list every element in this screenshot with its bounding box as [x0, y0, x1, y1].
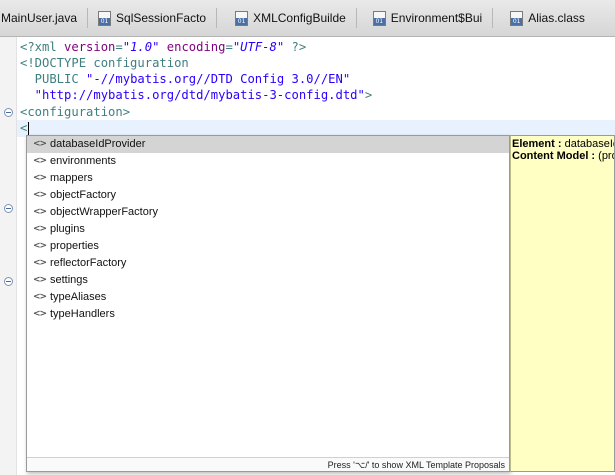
- xml-element-icon: <>: [33, 156, 47, 166]
- fold-toggle-icon[interactable]: [4, 277, 13, 286]
- proposal-label: settings: [50, 274, 88, 286]
- code-line-3: PUBLIC "-//mybatis.org//DTD Config 3.0//…: [20, 71, 351, 88]
- code-line-1: <?xml version="1.0" encoding="UTF-8" ?>: [20, 39, 306, 56]
- class-file-icon: [510, 10, 524, 26]
- class-file-icon: [235, 10, 249, 26]
- proposal-label: reflectorFactory: [50, 257, 127, 269]
- xml-attribute-value: "UTF-8": [232, 40, 285, 54]
- info-content-row: Content Model : (property*): [512, 150, 614, 162]
- proposal-label: properties: [50, 240, 99, 252]
- proposal-item[interactable]: <> mappers: [27, 170, 509, 187]
- proposal-label: plugins: [50, 223, 85, 235]
- proposal-label: objectFactory: [50, 189, 117, 201]
- doctype-keyword: PUBLIC: [20, 72, 87, 86]
- xml-element-icon: <>: [33, 275, 47, 285]
- proposal-label: environments: [50, 155, 117, 167]
- xml-attribute-value: "1.0": [122, 40, 160, 54]
- proposal-item[interactable]: <> plugins: [27, 221, 509, 238]
- doctype-close: >: [364, 88, 373, 102]
- proposal-item[interactable]: <> databaseIdProvider: [27, 136, 509, 153]
- info-element-row: Element : databaseIdProvider: [512, 138, 614, 150]
- tab-label: XMLConfigBuilde: [253, 11, 346, 25]
- xml-element-icon: <>: [33, 207, 47, 217]
- info-content-label: Content Model :: [512, 150, 599, 162]
- proposal-item[interactable]: <> properties: [27, 238, 509, 255]
- fold-toggle-icon[interactable]: [4, 204, 13, 213]
- xml-attribute: version: [64, 40, 116, 54]
- tab-sqlsessionfactory[interactable]: SqlSessionFacto: [88, 0, 218, 36]
- element-info-popup: Element : databaseIdProvider Content Mod…: [510, 135, 615, 472]
- proposal-label: databaseIdProvider: [50, 138, 146, 150]
- xml-element-icon: <>: [33, 139, 47, 149]
- proposal-label: typeAliases: [50, 291, 107, 303]
- xml-element-icon: <>: [33, 309, 47, 319]
- code-line-2: <!DOCTYPE configuration: [20, 56, 189, 70]
- xml-editor[interactable]: <?xml version="1.0" encoding="UTF-8" ?> …: [0, 37, 615, 475]
- info-content-value: (property*): [598, 150, 614, 162]
- proposal-item[interactable]: <> objectWrapperFactory: [27, 204, 509, 221]
- xml-pi-open: <?xml: [20, 40, 65, 54]
- code-line-4: "http://mybatis.org/dtd/mybatis-3-config…: [20, 87, 373, 104]
- tab-alias-class[interactable]: Alias.class: [493, 0, 585, 36]
- info-element-label: Element :: [512, 138, 565, 150]
- tab-label: Environment$Bui: [390, 11, 483, 25]
- doctype-system-id: "http://mybatis.org/dtd/mybatis-3-config…: [20, 88, 365, 102]
- tab-xmlconfigbuilder[interactable]: XMLConfigBuilde: [217, 0, 357, 36]
- doctype-public-id: "-//mybatis.org//DTD Config 3.0//EN": [86, 72, 351, 86]
- xml-element-icon: <>: [33, 190, 47, 200]
- content-assist-popup[interactable]: <> databaseIdProvider <> environments <> ma…: [26, 135, 510, 472]
- xml-equals: =: [115, 40, 123, 54]
- tab-mainuser[interactable]: MainUser.java: [0, 0, 89, 36]
- xml-element-icon: <>: [33, 292, 47, 302]
- proposal-item[interactable]: <> settings: [27, 272, 509, 289]
- tab-label: MainUser.java: [1, 11, 78, 25]
- xml-element-icon: <>: [33, 258, 47, 268]
- text-caret: [28, 122, 29, 136]
- code-line-5: <configuration>: [20, 105, 131, 119]
- editor-ruler: [0, 37, 17, 475]
- proposal-list: <> databaseIdProvider <> environments <> ma…: [27, 136, 509, 323]
- class-file-icon: [98, 10, 112, 26]
- proposal-item[interactable]: <> environments: [27, 153, 509, 170]
- proposal-item[interactable]: <> reflectorFactory: [27, 255, 509, 272]
- xml-element-icon: <>: [33, 224, 47, 234]
- tab-label: SqlSessionFacto: [116, 11, 207, 25]
- xml-pi-close: ?>: [284, 40, 307, 54]
- proposal-label: objectWrapperFactory: [50, 206, 159, 218]
- proposal-item[interactable]: <> objectFactory: [27, 187, 509, 204]
- xml-element-icon: <>: [33, 241, 47, 251]
- proposal-item[interactable]: <> typeHandlers: [27, 306, 509, 323]
- proposal-label: mappers: [50, 172, 93, 184]
- proposal-label: typeHandlers: [50, 308, 115, 320]
- tab-label: Alias.class: [528, 11, 585, 25]
- xml-element-icon: <>: [33, 173, 47, 183]
- xml-equals: =: [225, 40, 233, 54]
- tab-environment-builder[interactable]: Environment$Bui: [357, 0, 494, 36]
- fold-toggle-icon[interactable]: [4, 108, 13, 117]
- editor-tab-bar: MainUser.java SqlSessionFacto XMLConfigB…: [0, 0, 615, 37]
- assist-status-bar: Press '⌥/' to show XML Template Proposal…: [27, 457, 509, 471]
- info-element-value: databaseIdProvider: [564, 138, 614, 150]
- class-file-icon: [372, 10, 386, 26]
- proposal-item[interactable]: <> typeAliases: [27, 289, 509, 306]
- xml-attribute: encoding: [159, 40, 226, 54]
